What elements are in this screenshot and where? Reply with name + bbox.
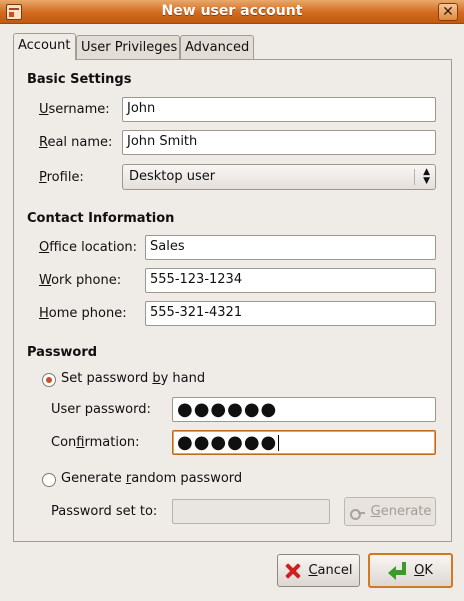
select-separator bbox=[414, 169, 415, 185]
cancel-button-label: Cancel bbox=[308, 563, 353, 578]
user-password-field[interactable]: ●●●●●● bbox=[172, 397, 436, 422]
ok-button-label: OK bbox=[414, 563, 433, 578]
confirmation-field[interactable]: ●●●●●● bbox=[172, 430, 436, 455]
set-by-hand-radio[interactable] bbox=[42, 373, 56, 387]
generate-button[interactable]: Generate bbox=[344, 497, 436, 526]
confirmation-value: ●●●●●● bbox=[177, 432, 278, 453]
confirmation-label: Confirmation: bbox=[51, 435, 140, 450]
basic-settings-title: Basic Settings bbox=[27, 72, 132, 87]
window-titlebar: New user account ✕ bbox=[0, 0, 464, 24]
username-label: Username: bbox=[39, 102, 110, 117]
profile-label: Profile: bbox=[39, 170, 84, 185]
close-icon[interactable]: ✕ bbox=[438, 3, 458, 21]
window-title: New user account bbox=[161, 3, 303, 19]
real-name-field[interactable]: John Smith bbox=[122, 130, 436, 155]
generate-random-radio[interactable] bbox=[42, 473, 56, 487]
password-set-to-label: Password set to: bbox=[51, 504, 158, 519]
ok-arrow-icon bbox=[388, 561, 408, 580]
profile-select[interactable]: Desktop user ▲ ▼ bbox=[122, 164, 436, 190]
real-name-label: Real name: bbox=[39, 135, 113, 150]
password-set-to-field bbox=[172, 499, 330, 524]
profile-selected-value: Desktop user bbox=[129, 169, 216, 184]
username-field[interactable]: John bbox=[122, 97, 436, 122]
key-icon bbox=[349, 504, 365, 520]
office-location-label: Office location: bbox=[39, 240, 138, 255]
office-location-field[interactable]: Sales bbox=[145, 235, 436, 260]
cancel-button[interactable]: Cancel bbox=[277, 554, 360, 587]
contact-info-title: Contact Information bbox=[27, 211, 175, 226]
work-phone-label: Work phone: bbox=[39, 273, 122, 288]
work-phone-field[interactable]: 555-123-1234 bbox=[145, 268, 436, 293]
ok-button[interactable]: OK bbox=[368, 553, 453, 588]
generate-random-label[interactable]: Generate random password bbox=[61, 471, 242, 486]
set-by-hand-label[interactable]: Set password by hand bbox=[61, 371, 205, 386]
password-section-title: Password bbox=[27, 345, 98, 360]
user-password-label: User password: bbox=[51, 402, 151, 417]
text-caret bbox=[278, 435, 280, 451]
home-phone-field[interactable]: 555-321-4321 bbox=[145, 301, 436, 326]
up-down-arrows-icon: ▲ ▼ bbox=[423, 167, 430, 186]
generate-button-label: Generate bbox=[370, 504, 432, 519]
tab-advanced[interactable]: Advanced bbox=[180, 35, 254, 59]
tab-account[interactable]: Account bbox=[13, 33, 76, 60]
tab-user-privileges[interactable]: User Privileges bbox=[76, 35, 180, 59]
home-phone-label: Home phone: bbox=[39, 306, 127, 321]
cancel-icon bbox=[284, 562, 302, 580]
